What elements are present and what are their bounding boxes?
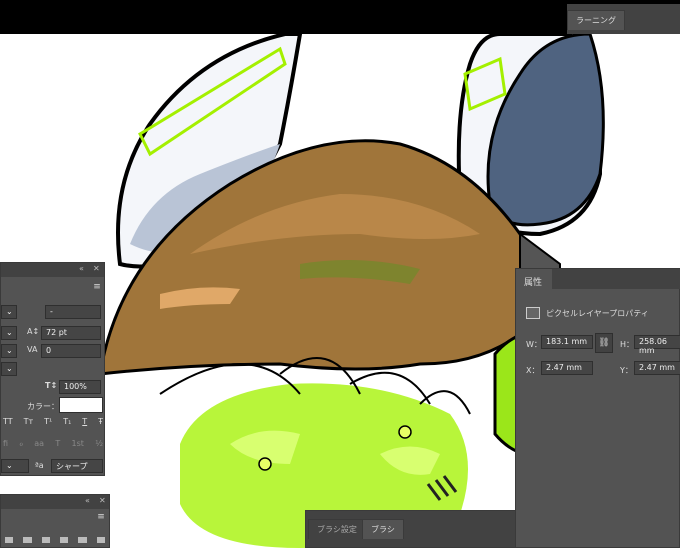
titling-button[interactable]: T — [55, 439, 60, 448]
x-value: 2.47 mm — [546, 363, 582, 372]
bottom-icon-row — [5, 537, 105, 543]
subscript-button[interactable]: T₁ — [63, 417, 71, 426]
aa-icon: ªa — [35, 461, 44, 470]
width-field[interactable]: 183.1 mm — [541, 335, 593, 349]
opentype-buttons-row: fi ℴ aa T 1st ½ — [3, 439, 103, 448]
underline-button[interactable]: T — [82, 417, 87, 426]
layer-type-label: ピクセルレイヤープロパティ — [546, 309, 649, 318]
fraction-button[interactable]: ½ — [95, 439, 103, 448]
ordinal-button[interactable]: 1st — [72, 439, 84, 448]
x-field[interactable]: 2.47 mm — [541, 361, 593, 375]
align-icon[interactable] — [59, 537, 69, 543]
vertical-scale-field[interactable]: 100% — [59, 380, 101, 394]
antialias-value: シャープ — [56, 462, 88, 471]
superscript-button[interactable]: T¹ — [44, 417, 52, 426]
close-icon[interactable]: ✕ — [93, 264, 100, 273]
swash-button[interactable]: ℴ — [19, 439, 23, 448]
style-buttons-row: TT Tт T¹ T₁ T Ŧ — [3, 417, 103, 426]
strikethrough-button[interactable]: Ŧ — [98, 417, 103, 426]
stylistic-alt-button[interactable]: aa — [34, 439, 44, 448]
width-label: W： — [526, 340, 542, 349]
learning-panel: ラーニング — [567, 4, 680, 34]
tab-learning[interactable]: ラーニング — [567, 10, 625, 30]
bottom-left-panel-header: « ✕ — [1, 495, 109, 509]
properties-tab[interactable]: 属性 — [516, 269, 552, 289]
pixel-layer-icon — [526, 307, 540, 319]
vertical-scale-value: 100% — [64, 382, 87, 391]
align-icon[interactable] — [23, 537, 32, 543]
language-select[interactable]: ⌄ — [1, 459, 29, 473]
properties-panel: 属性 ピクセルレイヤープロパティ W： 183.1 mm ⛓ H： 258.06… — [515, 268, 680, 548]
leading-select[interactable]: 72 pt — [41, 326, 101, 340]
tracking-select[interactable]: 0 — [41, 344, 101, 358]
width-value: 183.1 mm — [546, 337, 588, 346]
close-icon[interactable]: ✕ — [99, 496, 106, 505]
font-style-value: - — [50, 307, 53, 316]
brush-tab-label: ブラシ — [371, 525, 395, 534]
learning-tab-label: ラーニング — [576, 16, 616, 25]
antialias-select[interactable]: シャープ — [51, 459, 103, 473]
all-caps-button[interactable]: TT — [3, 417, 13, 426]
bottom-left-panel: « ✕ ≡ — [0, 494, 110, 548]
tab-brush-settings[interactable]: ブラシ設定 — [308, 519, 366, 539]
height-field[interactable]: 258.06 mm — [634, 335, 680, 355]
properties-header-strip — [552, 269, 680, 289]
vertical-scale-icon: T↕ — [45, 381, 58, 390]
panel-menu-icon[interactable]: ≡ — [93, 510, 109, 524]
x-label: X： — [526, 366, 540, 375]
double-chevron-icon[interactable]: « — [79, 264, 84, 273]
height-value: 258.06 mm — [639, 337, 667, 355]
align-icon[interactable] — [96, 537, 105, 543]
color-label: カラー： — [27, 402, 59, 411]
tracking-value: 0 — [46, 346, 52, 355]
panel-menu-icon[interactable]: ≡ — [89, 280, 105, 294]
ligature-button[interactable]: fi — [3, 439, 8, 448]
align-icon[interactable] — [5, 537, 14, 543]
properties-tab-label: 属性 — [524, 278, 543, 288]
kerning-select[interactable]: ⌄ — [1, 344, 17, 358]
leading-icon: A↕ — [27, 327, 40, 336]
brush-settings-tab-label: ブラシ設定 — [317, 525, 357, 534]
horizontal-scale-select[interactable]: ⌄ — [1, 362, 17, 376]
align-icon[interactable] — [78, 537, 87, 543]
brush-panel: ブラシ設定 ブラシ — [305, 510, 517, 548]
height-label: H： — [620, 340, 635, 349]
y-value: 2.47 mm — [639, 363, 675, 372]
double-chevron-icon[interactable]: « — [85, 496, 90, 505]
y-label: Y： — [620, 366, 633, 375]
y-field[interactable]: 2.47 mm — [634, 361, 680, 375]
font-size-select[interactable]: ⌄ — [1, 326, 17, 340]
character-panel: « ✕ ≡ ⌄ - ⌄ A↕ 72 pt ⌄ VA 0 ⌄ T↕ 100% カラ… — [0, 262, 105, 476]
link-icon[interactable]: ⛓ — [595, 333, 613, 353]
tab-brush[interactable]: ブラシ — [362, 519, 404, 539]
character-panel-header: « ✕ — [1, 263, 104, 277]
tracking-icon: VA — [27, 345, 38, 354]
font-style-select[interactable]: - — [45, 305, 101, 319]
align-icon[interactable] — [41, 537, 50, 543]
small-caps-button[interactable]: Tт — [24, 417, 34, 426]
font-family-select[interactable]: ⌄ — [1, 305, 17, 319]
color-swatch[interactable] — [59, 397, 103, 413]
leading-value: 72 pt — [46, 328, 67, 337]
